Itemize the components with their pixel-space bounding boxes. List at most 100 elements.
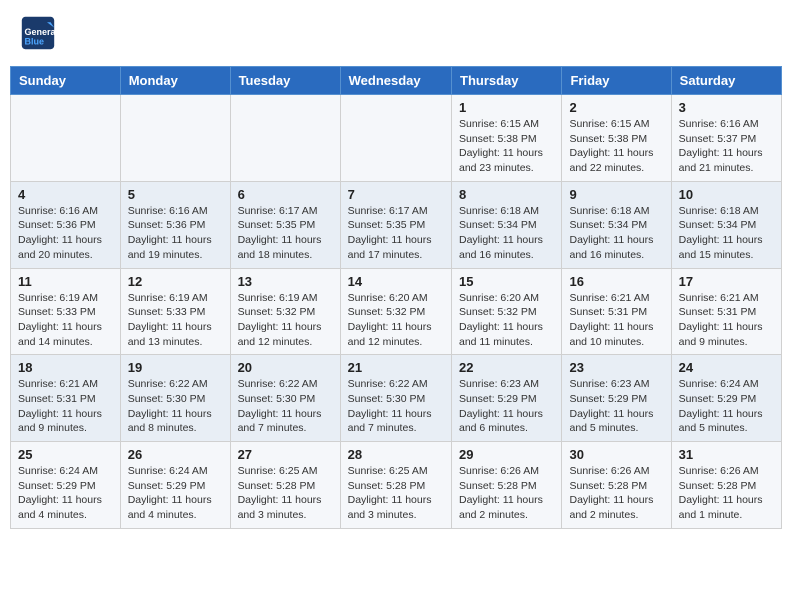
day-cell-content: Sunrise: 6:20 AM Sunset: 5:32 PM Dayligh… bbox=[459, 291, 554, 350]
day-number: 6 bbox=[238, 187, 333, 202]
calendar-cell: 20 Sunrise: 6:22 AM Sunset: 5:30 PM Dayli… bbox=[230, 355, 340, 442]
day-cell-content: Sunrise: 6:16 AM Sunset: 5:36 PM Dayligh… bbox=[128, 204, 223, 263]
day-cell-content: Sunrise: 6:19 AM Sunset: 5:32 PM Dayligh… bbox=[238, 291, 333, 350]
svg-text:General: General bbox=[25, 27, 57, 37]
calendar-cell bbox=[230, 95, 340, 182]
calendar-table: SundayMondayTuesdayWednesdayThursdayFrid… bbox=[10, 66, 782, 529]
day-number: 11 bbox=[18, 274, 113, 289]
day-number: 26 bbox=[128, 447, 223, 462]
day-cell-content: Sunrise: 6:25 AM Sunset: 5:28 PM Dayligh… bbox=[238, 464, 333, 523]
calendar-cell: 10 Sunrise: 6:18 AM Sunset: 5:34 PM Dayli… bbox=[671, 181, 781, 268]
calendar-cell: 23 Sunrise: 6:23 AM Sunset: 5:29 PM Dayli… bbox=[562, 355, 671, 442]
weekday-header-monday: Monday bbox=[120, 67, 230, 95]
calendar-cell: 6Sunrise: 6:17 AM Sunset: 5:35 PM Daylig… bbox=[230, 181, 340, 268]
calendar-cell: 19Sunrise: 6:22 AM Sunset: 5:30 PM Dayli… bbox=[120, 355, 230, 442]
calendar-cell bbox=[340, 95, 451, 182]
calendar-cell: 29 Sunrise: 6:26 AM Sunset: 5:28 PM Dayli… bbox=[452, 442, 562, 529]
calendar-cell: 2 Sunrise: 6:15 AM Sunset: 5:38 PM Daylig… bbox=[562, 95, 671, 182]
calendar-header-row: SundayMondayTuesdayWednesdayThursdayFrid… bbox=[11, 67, 782, 95]
day-number: 27 bbox=[238, 447, 333, 462]
calendar-cell: 31 Sunrise: 6:26 AM Sunset: 5:28 PM Dayli… bbox=[671, 442, 781, 529]
day-number: 7 bbox=[348, 187, 444, 202]
calendar-cell: 3 Sunrise: 6:16 AM Sunset: 5:37 PM Daylig… bbox=[671, 95, 781, 182]
day-number: 5 bbox=[128, 187, 223, 202]
calendar-week-row: 11 Sunrise: 6:19 AM Sunset: 5:33 PM Dayli… bbox=[11, 268, 782, 355]
day-cell-content: Sunrise: 6:22 AM Sunset: 5:30 PM Dayligh… bbox=[238, 377, 333, 436]
day-cell-content: Sunrise: 6:20 AM Sunset: 5:32 PM Dayligh… bbox=[348, 291, 444, 350]
logo: General Blue bbox=[20, 15, 60, 51]
day-number: 4 bbox=[18, 187, 113, 202]
calendar-cell: 16Sunrise: 6:21 AM Sunset: 5:31 PM Dayli… bbox=[562, 268, 671, 355]
day-number: 22 bbox=[459, 360, 554, 375]
day-number: 19 bbox=[128, 360, 223, 375]
day-cell-content: Sunrise: 6:18 AM Sunset: 5:34 PM Dayligh… bbox=[459, 204, 554, 263]
calendar-cell: 18 Sunrise: 6:21 AM Sunset: 5:31 PM Dayli… bbox=[11, 355, 121, 442]
day-cell-content: Sunrise: 6:16 AM Sunset: 5:37 PM Dayligh… bbox=[679, 117, 774, 176]
day-number: 10 bbox=[679, 187, 774, 202]
calendar-cell: 25Sunrise: 6:24 AM Sunset: 5:29 PM Dayli… bbox=[11, 442, 121, 529]
calendar-cell: 24 Sunrise: 6:24 AM Sunset: 5:29 PM Dayli… bbox=[671, 355, 781, 442]
day-number: 20 bbox=[238, 360, 333, 375]
day-cell-content: Sunrise: 6:26 AM Sunset: 5:28 PM Dayligh… bbox=[679, 464, 774, 523]
day-cell-content: Sunrise: 6:15 AM Sunset: 5:38 PM Dayligh… bbox=[569, 117, 663, 176]
day-cell-content: Sunrise: 6:23 AM Sunset: 5:29 PM Dayligh… bbox=[459, 377, 554, 436]
day-cell-content: Sunrise: 6:21 AM Sunset: 5:31 PM Dayligh… bbox=[679, 291, 774, 350]
day-number: 31 bbox=[679, 447, 774, 462]
day-cell-content: Sunrise: 6:15 AM Sunset: 5:38 PM Dayligh… bbox=[459, 117, 554, 176]
day-number: 23 bbox=[569, 360, 663, 375]
weekday-header-saturday: Saturday bbox=[671, 67, 781, 95]
day-cell-content: Sunrise: 6:21 AM Sunset: 5:31 PM Dayligh… bbox=[18, 377, 113, 436]
calendar-week-row: 4 Sunrise: 6:16 AM Sunset: 5:36 PM Daylig… bbox=[11, 181, 782, 268]
day-cell-content: Sunrise: 6:24 AM Sunset: 5:29 PM Dayligh… bbox=[128, 464, 223, 523]
day-number: 29 bbox=[459, 447, 554, 462]
day-cell-content: Sunrise: 6:17 AM Sunset: 5:35 PM Dayligh… bbox=[348, 204, 444, 263]
day-number: 24 bbox=[679, 360, 774, 375]
day-cell-content: Sunrise: 6:26 AM Sunset: 5:28 PM Dayligh… bbox=[569, 464, 663, 523]
day-number: 17 bbox=[679, 274, 774, 289]
calendar-cell: 11Sunrise: 6:19 AM Sunset: 5:33 PM Dayli… bbox=[11, 268, 121, 355]
day-cell-content: Sunrise: 6:18 AM Sunset: 5:34 PM Dayligh… bbox=[679, 204, 774, 263]
calendar-cell: 27 Sunrise: 6:25 AM Sunset: 5:28 PM Dayli… bbox=[230, 442, 340, 529]
calendar-cell: 8 Sunrise: 6:18 AM Sunset: 5:34 PM Daylig… bbox=[452, 181, 562, 268]
weekday-header-wednesday: Wednesday bbox=[340, 67, 451, 95]
day-number: 28 bbox=[348, 447, 444, 462]
calendar-cell: 13Sunrise: 6:19 AM Sunset: 5:32 PM Dayli… bbox=[230, 268, 340, 355]
day-cell-content: Sunrise: 6:22 AM Sunset: 5:30 PM Dayligh… bbox=[348, 377, 444, 436]
calendar-week-row: 25 Sunrise: 6:24 AM Sunset: 5:29 PM Dayli… bbox=[11, 442, 782, 529]
day-cell-content: Sunrise: 6:19 AM Sunset: 5:33 PM Dayligh… bbox=[128, 291, 223, 350]
day-number: 2 bbox=[569, 100, 663, 115]
day-cell-content: Sunrise: 6:26 AM Sunset: 5:28 PM Dayligh… bbox=[459, 464, 554, 523]
day-cell-content: Sunrise: 6:23 AM Sunset: 5:29 PM Dayligh… bbox=[569, 377, 663, 436]
calendar-cell bbox=[120, 95, 230, 182]
calendar-cell: 14 Sunrise: 6:20 AM Sunset: 5:32 PM Dayli… bbox=[340, 268, 451, 355]
day-number: 9 bbox=[569, 187, 663, 202]
calendar-cell: 9Sunrise: 6:18 AM Sunset: 5:34 PM Daylig… bbox=[562, 181, 671, 268]
weekday-header-friday: Friday bbox=[562, 67, 671, 95]
day-number: 18 bbox=[18, 360, 113, 375]
calendar-week-row: 1Sunrise: 6:15 AM Sunset: 5:38 PM Daylig… bbox=[11, 95, 782, 182]
day-number: 12 bbox=[128, 274, 223, 289]
day-number: 15 bbox=[459, 274, 554, 289]
svg-text:Blue: Blue bbox=[25, 37, 45, 47]
calendar-cell: 22 Sunrise: 6:23 AM Sunset: 5:29 PM Dayli… bbox=[452, 355, 562, 442]
weekday-header-tuesday: Tuesday bbox=[230, 67, 340, 95]
page-header: General Blue bbox=[10, 10, 782, 56]
calendar-cell: 15 Sunrise: 6:20 AM Sunset: 5:32 PM Dayli… bbox=[452, 268, 562, 355]
day-number: 30 bbox=[569, 447, 663, 462]
calendar-cell bbox=[11, 95, 121, 182]
weekday-header-thursday: Thursday bbox=[452, 67, 562, 95]
day-number: 3 bbox=[679, 100, 774, 115]
weekday-header-sunday: Sunday bbox=[11, 67, 121, 95]
day-number: 25 bbox=[18, 447, 113, 462]
calendar-cell: 26 Sunrise: 6:24 AM Sunset: 5:29 PM Dayli… bbox=[120, 442, 230, 529]
calendar-cell: 1Sunrise: 6:15 AM Sunset: 5:38 PM Daylig… bbox=[452, 95, 562, 182]
day-number: 14 bbox=[348, 274, 444, 289]
day-number: 21 bbox=[348, 360, 444, 375]
logo-icon: General Blue bbox=[20, 15, 56, 51]
calendar-week-row: 18 Sunrise: 6:21 AM Sunset: 5:31 PM Dayli… bbox=[11, 355, 782, 442]
day-number: 8 bbox=[459, 187, 554, 202]
calendar-cell: 5 Sunrise: 6:16 AM Sunset: 5:36 PM Daylig… bbox=[120, 181, 230, 268]
day-cell-content: Sunrise: 6:24 AM Sunset: 5:29 PM Dayligh… bbox=[679, 377, 774, 436]
calendar-cell: 12 Sunrise: 6:19 AM Sunset: 5:33 PM Dayli… bbox=[120, 268, 230, 355]
calendar-cell: 28Sunrise: 6:25 AM Sunset: 5:28 PM Dayli… bbox=[340, 442, 451, 529]
